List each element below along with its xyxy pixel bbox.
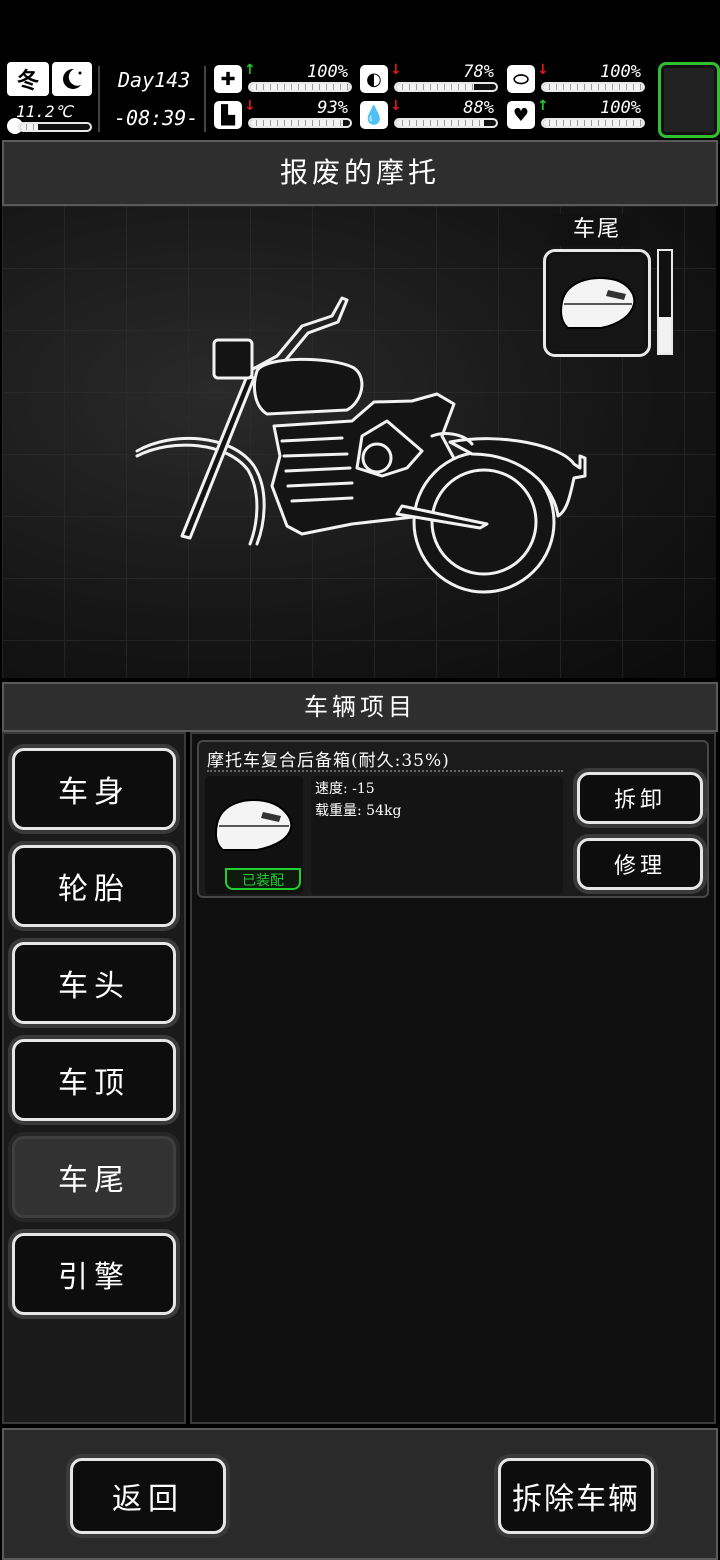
tab-label: 车头 bbox=[58, 969, 130, 1004]
stat-cell: ▙ ↓ 93% bbox=[212, 98, 354, 132]
stat-cell: ⬭ ↓ 100% bbox=[505, 62, 647, 96]
back-label: 返回 bbox=[112, 1482, 184, 1517]
trend-up-icon: ↑ bbox=[537, 98, 549, 114]
stat-percent: 93% bbox=[317, 98, 348, 118]
back-button[interactable]: 返回 bbox=[70, 1458, 226, 1534]
stat-cell: ◐ ↓ 78% bbox=[358, 62, 500, 96]
slot-label-banner: 车尾 bbox=[542, 214, 652, 246]
moon-icon bbox=[52, 62, 92, 96]
item-name: 摩托车复合后备箱(耐久:35%) bbox=[207, 751, 450, 771]
slot-label: 车尾 bbox=[572, 217, 621, 242]
tab-label: 轮胎 bbox=[58, 872, 130, 907]
trend-down-icon: ↓ bbox=[390, 98, 402, 114]
stat-percent: 100% bbox=[307, 62, 348, 82]
pill-icon: ⬭ bbox=[507, 65, 535, 93]
stat-cell: ♥ ↑ 100% bbox=[505, 98, 647, 132]
item-thumbnail: 已装配 bbox=[205, 776, 303, 894]
tab-label: 车身 bbox=[58, 775, 130, 810]
stomach-icon: ◐ bbox=[360, 65, 388, 93]
equipped-badge-label: 已装配 bbox=[242, 873, 284, 889]
top-box-icon bbox=[560, 277, 636, 329]
section-title-panel: 车辆项目 bbox=[2, 682, 718, 732]
temperature-readout: 11.2℃ bbox=[16, 102, 73, 121]
tab-0[interactable]: 车身 bbox=[12, 748, 176, 830]
stat-bar bbox=[248, 82, 352, 92]
tab-3[interactable]: 车顶 bbox=[12, 1039, 176, 1121]
trend-down-icon: ↓ bbox=[537, 62, 549, 78]
medkit-icon: ✚ bbox=[214, 65, 242, 93]
item-card: 摩托车复合后备箱(耐久:35%) 已装配 速度: -15 载重量: 54kg 拆… bbox=[197, 740, 709, 898]
heart-icon: ♥ bbox=[507, 101, 535, 129]
stat-bar bbox=[248, 118, 352, 128]
slot-durability-bar bbox=[657, 249, 673, 355]
trend-down-icon: ↓ bbox=[244, 98, 256, 114]
clock-time: -08:39- bbox=[114, 106, 199, 130]
stat-percent: 88% bbox=[463, 98, 494, 118]
tab-4[interactable]: 车尾 bbox=[12, 1136, 176, 1218]
stat-cell: ✚ ↑ 100% bbox=[212, 62, 354, 96]
stat-bar bbox=[541, 82, 645, 92]
hud-divider bbox=[204, 66, 206, 132]
vehicle-viewer: 车尾 bbox=[2, 206, 716, 678]
stat-percent: 100% bbox=[600, 98, 641, 118]
title-panel: 报废的摩托 bbox=[2, 140, 718, 206]
repair-part-label: 修理 bbox=[613, 854, 666, 879]
tab-5[interactable]: 引擎 bbox=[12, 1233, 176, 1315]
tab-1[interactable]: 轮胎 bbox=[12, 845, 176, 927]
remove-part-label: 拆卸 bbox=[613, 788, 666, 813]
tab-label: 引擎 bbox=[58, 1260, 130, 1295]
repair-part-button[interactable]: 修理 bbox=[577, 838, 703, 890]
trend-down-icon: ↓ bbox=[390, 62, 402, 78]
stat-bar bbox=[541, 118, 645, 128]
quick-slot[interactable] bbox=[658, 62, 720, 138]
temperature-bar bbox=[18, 122, 92, 132]
season-badge: 冬 bbox=[7, 62, 49, 96]
stat-cell: 💧 ↓ 88% bbox=[358, 98, 500, 132]
tab-label: 车顶 bbox=[58, 1066, 130, 1101]
day-counter: Day143 bbox=[118, 68, 191, 92]
equipped-badge: 已装配 bbox=[225, 868, 301, 890]
page-title: 报废的摩托 bbox=[279, 156, 440, 189]
dismantle-vehicle-label: 拆除车辆 bbox=[512, 1482, 640, 1517]
dismantle-vehicle-button[interactable]: 拆除车辆 bbox=[498, 1458, 654, 1534]
stat-percent: 100% bbox=[600, 62, 641, 82]
tab-label: 车尾 bbox=[58, 1163, 130, 1198]
boot-icon: ▙ bbox=[214, 101, 242, 129]
tab-2[interactable]: 车头 bbox=[12, 942, 176, 1024]
slot-preview-frame[interactable] bbox=[543, 249, 651, 357]
item-stat-speed: 速度: -15 bbox=[315, 781, 375, 797]
stat-bar bbox=[394, 82, 498, 92]
stat-bar bbox=[394, 118, 498, 128]
top-box-icon bbox=[214, 799, 293, 851]
trend-up-icon: ↑ bbox=[244, 62, 256, 78]
item-name-underline bbox=[207, 770, 563, 772]
item-stat-load: 载重量: 54kg bbox=[315, 803, 402, 819]
status-hud: 冬 11.2℃ Day143 -08:39- ✚ ↑ 100% ◐ ↓ 78% ⬭ ↓ 100%… bbox=[0, 60, 720, 138]
item-stats-box: 速度: -15 载重量: 54kg bbox=[311, 776, 563, 894]
stat-percent: 78% bbox=[463, 62, 494, 82]
water-drop-icon: 💧 bbox=[360, 101, 388, 129]
season-label: 冬 bbox=[16, 68, 39, 94]
remove-part-button[interactable]: 拆卸 bbox=[577, 772, 703, 824]
section-title: 车辆项目 bbox=[304, 693, 416, 721]
hud-divider bbox=[98, 66, 100, 132]
